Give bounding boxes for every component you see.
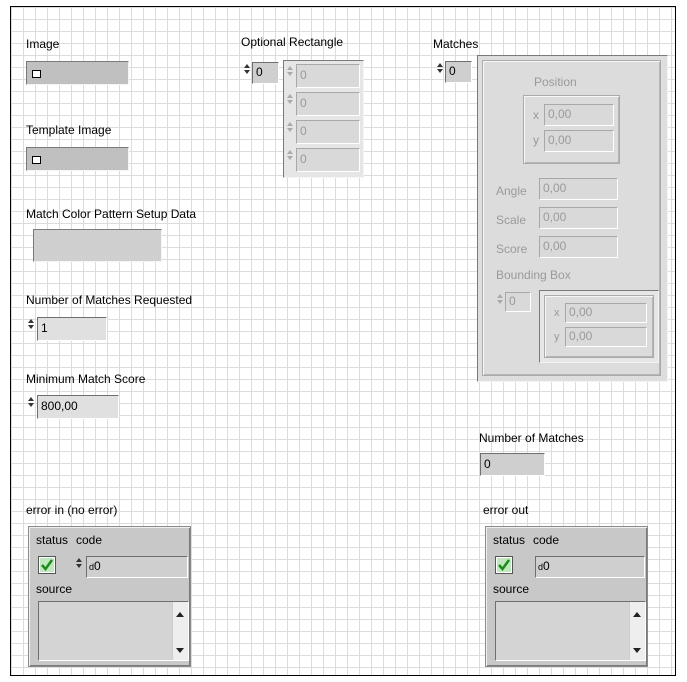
position-y-label: y <box>533 133 539 147</box>
scale-label: Scale <box>496 213 527 227</box>
image-icon <box>32 70 41 78</box>
code-label: code <box>533 533 560 547</box>
bbox-x-field[interactable]: 0,00 <box>565 303 647 323</box>
bbox-array: x 0,00 y 0,00 <box>539 290 659 363</box>
source-textbox[interactable] <box>495 601 646 661</box>
optional-rect-element[interactable]: 0 <box>296 92 360 116</box>
error-out-cluster: status code d0 source <box>485 526 648 667</box>
bounding-box-label: Bounding Box <box>496 268 571 282</box>
bbox-index-stepper[interactable] <box>496 292 504 312</box>
position-label: Position <box>534 75 577 89</box>
source-scrollbar[interactable] <box>172 602 188 660</box>
code-label: code <box>76 533 103 547</box>
check-icon <box>497 558 511 572</box>
code-field[interactable]: d0 <box>86 556 188 578</box>
num-matches-label: Number of Matches <box>479 431 584 445</box>
scroll-down-icon[interactable] <box>633 648 641 653</box>
optional-rect-element[interactable]: 0 <box>296 64 360 88</box>
angle-label: Angle <box>496 184 527 198</box>
source-label: source <box>493 582 530 596</box>
error-in-cluster: status code d0 source <box>28 526 191 667</box>
optional-rect-array: 0 0 0 0 <box>283 60 364 178</box>
bbox-y-label: y <box>554 331 560 343</box>
code-stepper[interactable] <box>75 556 83 578</box>
code-value: 0 <box>94 559 101 573</box>
scroll-up-icon[interactable] <box>633 612 641 617</box>
num-requested-stepper[interactable] <box>27 317 35 341</box>
match-cluster: Position x 0,00 y 0,00 Angle 0,00 Scale … <box>482 60 661 376</box>
status-checkbox[interactable] <box>38 556 56 574</box>
position-y-field[interactable]: 0,00 <box>544 130 614 152</box>
code-value: 0 <box>543 559 550 573</box>
num-requested-label: Number of Matches Requested <box>26 293 193 307</box>
min-score-label: Minimum Match Score <box>26 372 146 386</box>
status-label: status <box>36 533 69 547</box>
num-requested-field[interactable]: 1 <box>37 317 107 341</box>
code-field: d0 <box>535 556 645 578</box>
template-image-label: Template Image <box>26 123 112 137</box>
check-icon <box>40 558 54 572</box>
element-stepper[interactable] <box>286 64 294 86</box>
source-label: source <box>36 582 73 596</box>
matches-array: Position x 0,00 y 0,00 Angle 0,00 Scale … <box>477 55 668 382</box>
image-icon <box>32 156 41 164</box>
source-scrollbar[interactable] <box>629 602 645 660</box>
optional-rect-label: Optional Rectangle <box>241 35 344 49</box>
image-label: Image <box>26 37 60 51</box>
error-out-label: error out <box>483 503 529 517</box>
element-stepper[interactable] <box>286 120 294 142</box>
angle-field[interactable]: 0,00 <box>539 178 618 200</box>
bbox-cluster: x 0,00 y 0,00 <box>544 295 654 358</box>
matches-index-stepper[interactable] <box>436 61 444 83</box>
bbox-index-field[interactable]: 0 <box>505 292 531 312</box>
source-textbox[interactable] <box>38 601 189 661</box>
bbox-x-label: x <box>554 307 560 319</box>
status-label: status <box>493 533 526 547</box>
position-x-label: x <box>533 108 539 122</box>
scroll-up-icon[interactable] <box>176 612 184 617</box>
matches-label: Matches <box>433 37 479 51</box>
optional-rect-index-stepper[interactable] <box>243 62 251 84</box>
image-control[interactable] <box>26 61 129 85</box>
scale-field[interactable]: 0,00 <box>539 207 618 229</box>
element-stepper[interactable] <box>286 92 294 114</box>
optional-rect-element[interactable]: 0 <box>296 148 360 172</box>
optional-rect-index-field[interactable]: 0 <box>252 62 279 84</box>
bbox-y-field[interactable]: 0,00 <box>565 327 647 347</box>
matches-index-field[interactable]: 0 <box>445 61 472 83</box>
scroll-down-icon[interactable] <box>176 648 184 653</box>
element-stepper[interactable] <box>286 148 294 170</box>
match-setup-label: Match Color Pattern Setup Data <box>26 207 197 221</box>
optional-rect-element[interactable]: 0 <box>296 120 360 144</box>
num-matches-field: 0 <box>480 453 545 476</box>
status-indicator <box>495 556 513 574</box>
position-x-field[interactable]: 0,00 <box>544 104 614 126</box>
min-score-stepper[interactable] <box>27 395 35 419</box>
template-image-control[interactable] <box>26 147 129 171</box>
min-score-field[interactable]: 800,00 <box>37 395 119 419</box>
score-label: Score <box>496 242 528 256</box>
error-in-label: error in (no error) <box>26 503 118 517</box>
front-panel: Image Template Image Match Color Pattern… <box>10 6 676 676</box>
match-setup-control[interactable] <box>33 229 162 262</box>
score-field[interactable]: 0,00 <box>539 236 618 258</box>
position-cluster: x 0,00 y 0,00 <box>523 95 620 164</box>
